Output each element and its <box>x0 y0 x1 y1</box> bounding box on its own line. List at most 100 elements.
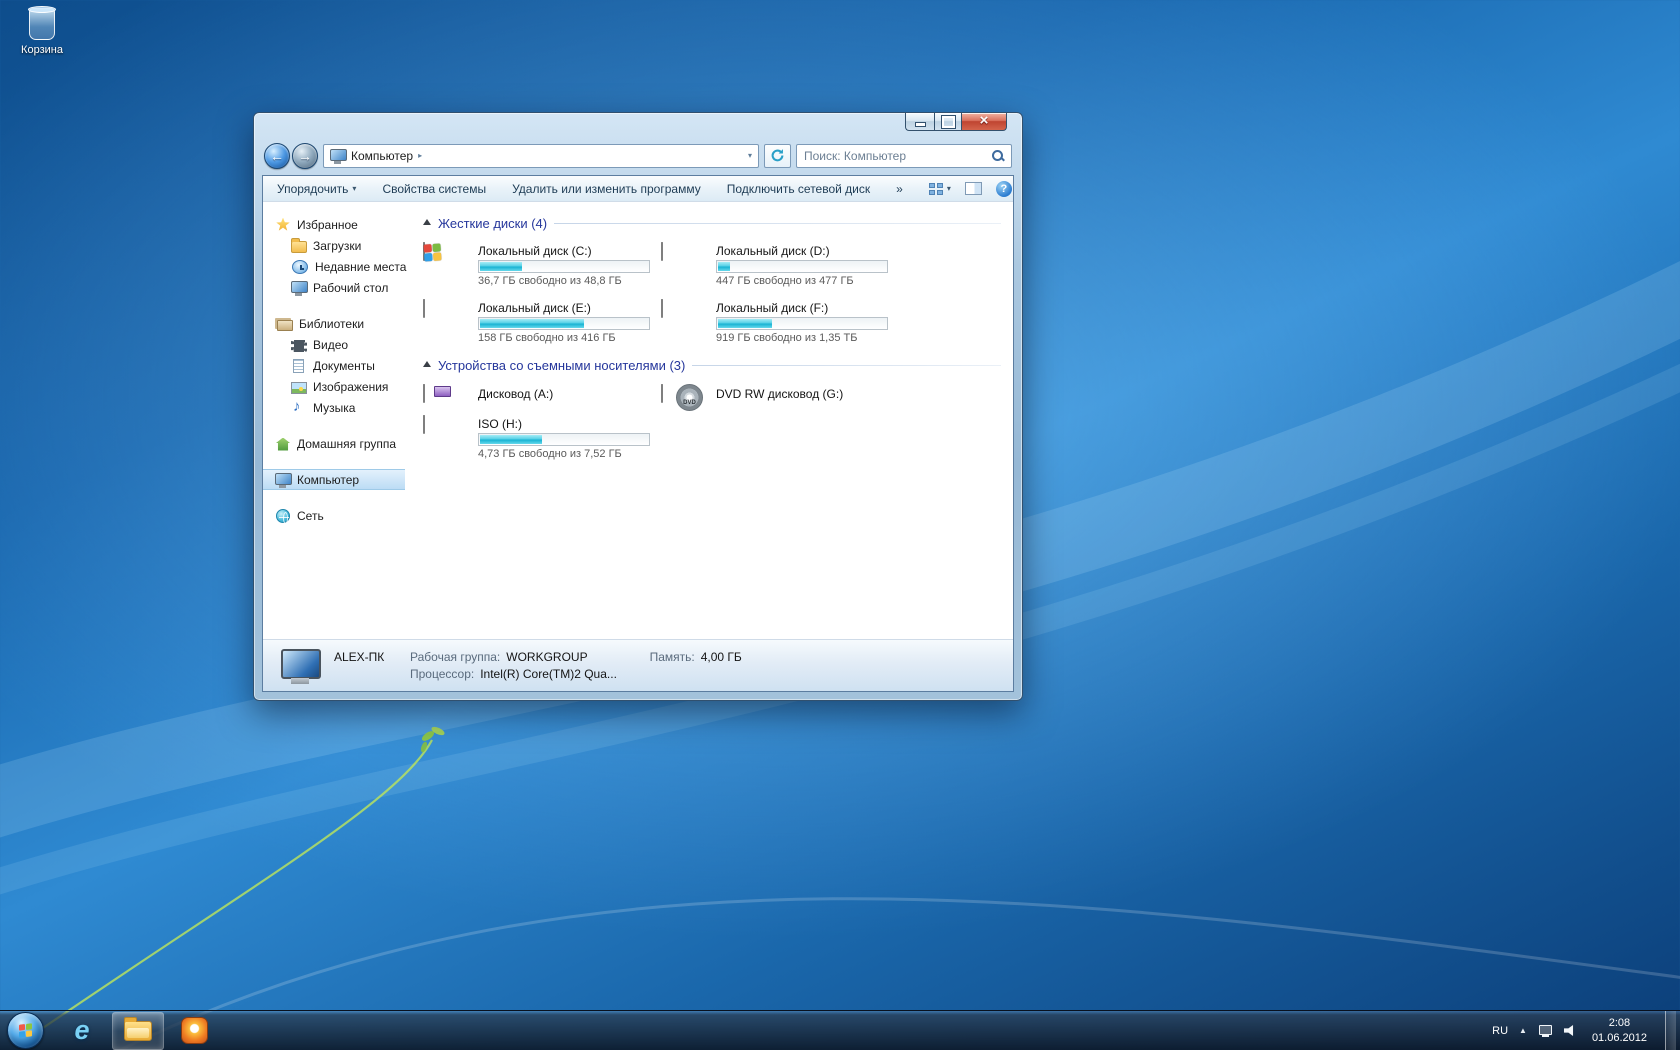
toolbar-right-group <box>929 181 1012 197</box>
navigation-pane: Избранное Загрузки Недавние места Рабочи… <box>263 202 405 639</box>
drive-item-g[interactable]: DVD RW дисковод (G:) <box>661 385 899 403</box>
chevron-down-icon <box>947 184 951 193</box>
recycle-bin[interactable]: Корзина <box>10 8 74 56</box>
sidebar-item-video[interactable]: Видео <box>263 334 405 355</box>
hard-drive-icon <box>423 299 425 318</box>
recycle-bin-icon <box>29 8 55 40</box>
downloads-folder-icon <box>291 241 307 253</box>
documents-icon <box>293 359 304 373</box>
memory-value: 4,00 ГБ <box>701 650 742 664</box>
window-body: Избранное Загрузки Недавние места Рабочи… <box>263 202 1013 639</box>
taskbar-explorer-button[interactable] <box>112 1012 164 1050</box>
star-icon <box>276 218 290 232</box>
address-bar: Компьютер <box>264 142 1012 169</box>
taskbar-media-player-button[interactable] <box>168 1012 220 1050</box>
sidebar-item-recent-places[interactable]: Недавние места <box>263 256 405 277</box>
libraries-icon <box>277 320 293 331</box>
cpu-value: Intel(R) Core(TM)2 Qua... <box>480 667 617 681</box>
address-dropdown-icon[interactable] <box>748 151 752 160</box>
network-tray-icon[interactable] <box>1538 1024 1553 1037</box>
details-pane: ALEX-ПК Рабочая группа: WORKGROUP Память… <box>263 639 1013 691</box>
collapse-arrow-icon <box>423 219 431 225</box>
close-button[interactable] <box>962 113 1007 131</box>
drive-item-d[interactable]: Локальный диск (D:) 447 ГБ свободно из 4… <box>661 243 899 287</box>
uninstall-program-button[interactable]: Удалить или изменить программу <box>512 182 701 196</box>
collapse-arrow-icon <box>423 361 431 367</box>
folder-icon <box>124 1021 152 1041</box>
network-icon <box>276 509 290 523</box>
sidebar-item-pictures[interactable]: Изображения <box>263 376 405 397</box>
computer-icon <box>275 472 291 488</box>
desktop-icon <box>291 280 307 296</box>
chevron-down-icon <box>352 184 356 193</box>
time: 2:08 <box>1592 1016 1647 1031</box>
windows-flag-icon <box>423 243 441 261</box>
internet-explorer-icon: e <box>74 1017 89 1044</box>
video-icon <box>291 340 307 352</box>
clock[interactable]: 2:08 01.06.2012 <box>1588 1016 1651 1046</box>
media-player-icon <box>181 1017 208 1044</box>
sidebar-item-libraries[interactable]: Библиотеки <box>263 313 405 334</box>
taskbar-ie-button[interactable]: e <box>56 1012 108 1050</box>
breadcrumb[interactable]: Компьютер <box>351 149 413 163</box>
drive-item-f[interactable]: Локальный диск (F:) 919 ГБ свободно из 1… <box>661 300 899 344</box>
sidebar-item-network[interactable]: Сеть <box>263 505 405 526</box>
floppy-drive-icon <box>423 384 425 403</box>
sidebar-item-favorites[interactable]: Избранное <box>263 214 405 235</box>
change-view-button[interactable] <box>929 183 951 195</box>
sidebar-item-homegroup[interactable]: Домашняя группа <box>263 433 405 454</box>
details-text: ALEX-ПК Рабочая группа: WORKGROUP Память… <box>334 650 742 681</box>
start-button[interactable] <box>7 1012 44 1049</box>
search-box[interactable] <box>796 144 1012 168</box>
homegroup-icon <box>276 438 290 451</box>
forward-button[interactable] <box>292 143 318 169</box>
show-desktop-button[interactable] <box>1665 1011 1676 1050</box>
sidebar-item-music[interactable]: Музыка <box>263 397 405 418</box>
hidden-icons-arrow-icon[interactable] <box>1519 1026 1527 1035</box>
group-header-hdd[interactable]: Жесткие диски (4) <box>423 212 1001 234</box>
date: 01.06.2012 <box>1592 1031 1647 1046</box>
search-input[interactable] <box>804 149 991 163</box>
language-indicator[interactable]: RU <box>1492 1025 1508 1037</box>
preview-pane-button[interactable] <box>965 182 982 195</box>
removable-grid: Дисковод (A:) DVD RW дисковод (G:) ISO (… <box>423 385 1001 460</box>
capacity-bar <box>716 260 888 273</box>
hard-drive-icon <box>661 242 663 261</box>
dvd-drive-icon <box>661 384 663 403</box>
system-properties-button[interactable]: Свойства системы <box>382 182 486 196</box>
drive-item-e[interactable]: Локальный диск (E:) 158 ГБ свободно из 4… <box>423 300 661 344</box>
sidebar-item-desktop[interactable]: Рабочий стол <box>263 277 405 298</box>
maximize-button[interactable] <box>934 113 962 131</box>
sidebar-item-documents[interactable]: Документы <box>263 355 405 376</box>
toolbar-overflow-button[interactable]: » <box>896 182 903 196</box>
organize-menu[interactable]: Упорядочить <box>277 182 356 196</box>
map-network-drive-button[interactable]: Подключить сетевой диск <box>727 182 870 196</box>
window-client-area: Упорядочить Свойства системы Удалить или… <box>262 175 1014 692</box>
file-list: Жесткие диски (4) Локальный диск (C:) 36… <box>405 202 1013 639</box>
address-box[interactable]: Компьютер <box>323 144 759 168</box>
search-icon <box>991 149 1004 162</box>
refresh-button[interactable] <box>764 144 791 168</box>
back-button[interactable] <box>264 143 290 169</box>
recent-places-icon <box>292 260 308 274</box>
minimize-button[interactable] <box>905 113 934 131</box>
recycle-bin-label: Корзина <box>10 44 74 56</box>
explorer-window: Компьютер Упорядочить Свойства системы <box>253 112 1023 701</box>
sidebar-item-downloads[interactable]: Загрузки <box>263 235 405 256</box>
drive-item-h[interactable]: ISO (H:) 4,73 ГБ свободно из 7,52 ГБ <box>423 416 661 460</box>
capacity-bar <box>716 317 888 330</box>
workgroup-value: WORKGROUP <box>506 650 587 664</box>
volume-icon[interactable] <box>1564 1025 1577 1037</box>
dvd-disc-icon <box>676 384 703 411</box>
breadcrumb-arrow-icon[interactable] <box>418 151 422 160</box>
help-button[interactable] <box>996 181 1012 197</box>
refresh-icon <box>770 148 785 163</box>
group-header-removable[interactable]: Устройства со съемными носителями (3) <box>423 354 1001 376</box>
computer-name: ALEX-ПК <box>334 650 404 664</box>
capacity-bar <box>478 433 650 446</box>
sidebar-item-computer[interactable]: Компьютер <box>263 469 405 490</box>
taskbar: e RU 2:08 01.06.2012 <box>0 1010 1680 1050</box>
drive-item-c[interactable]: Локальный диск (C:) 36,7 ГБ свободно из … <box>423 243 661 287</box>
computer-small-icon <box>330 148 346 164</box>
drive-item-a[interactable]: Дисковод (A:) <box>423 385 661 403</box>
